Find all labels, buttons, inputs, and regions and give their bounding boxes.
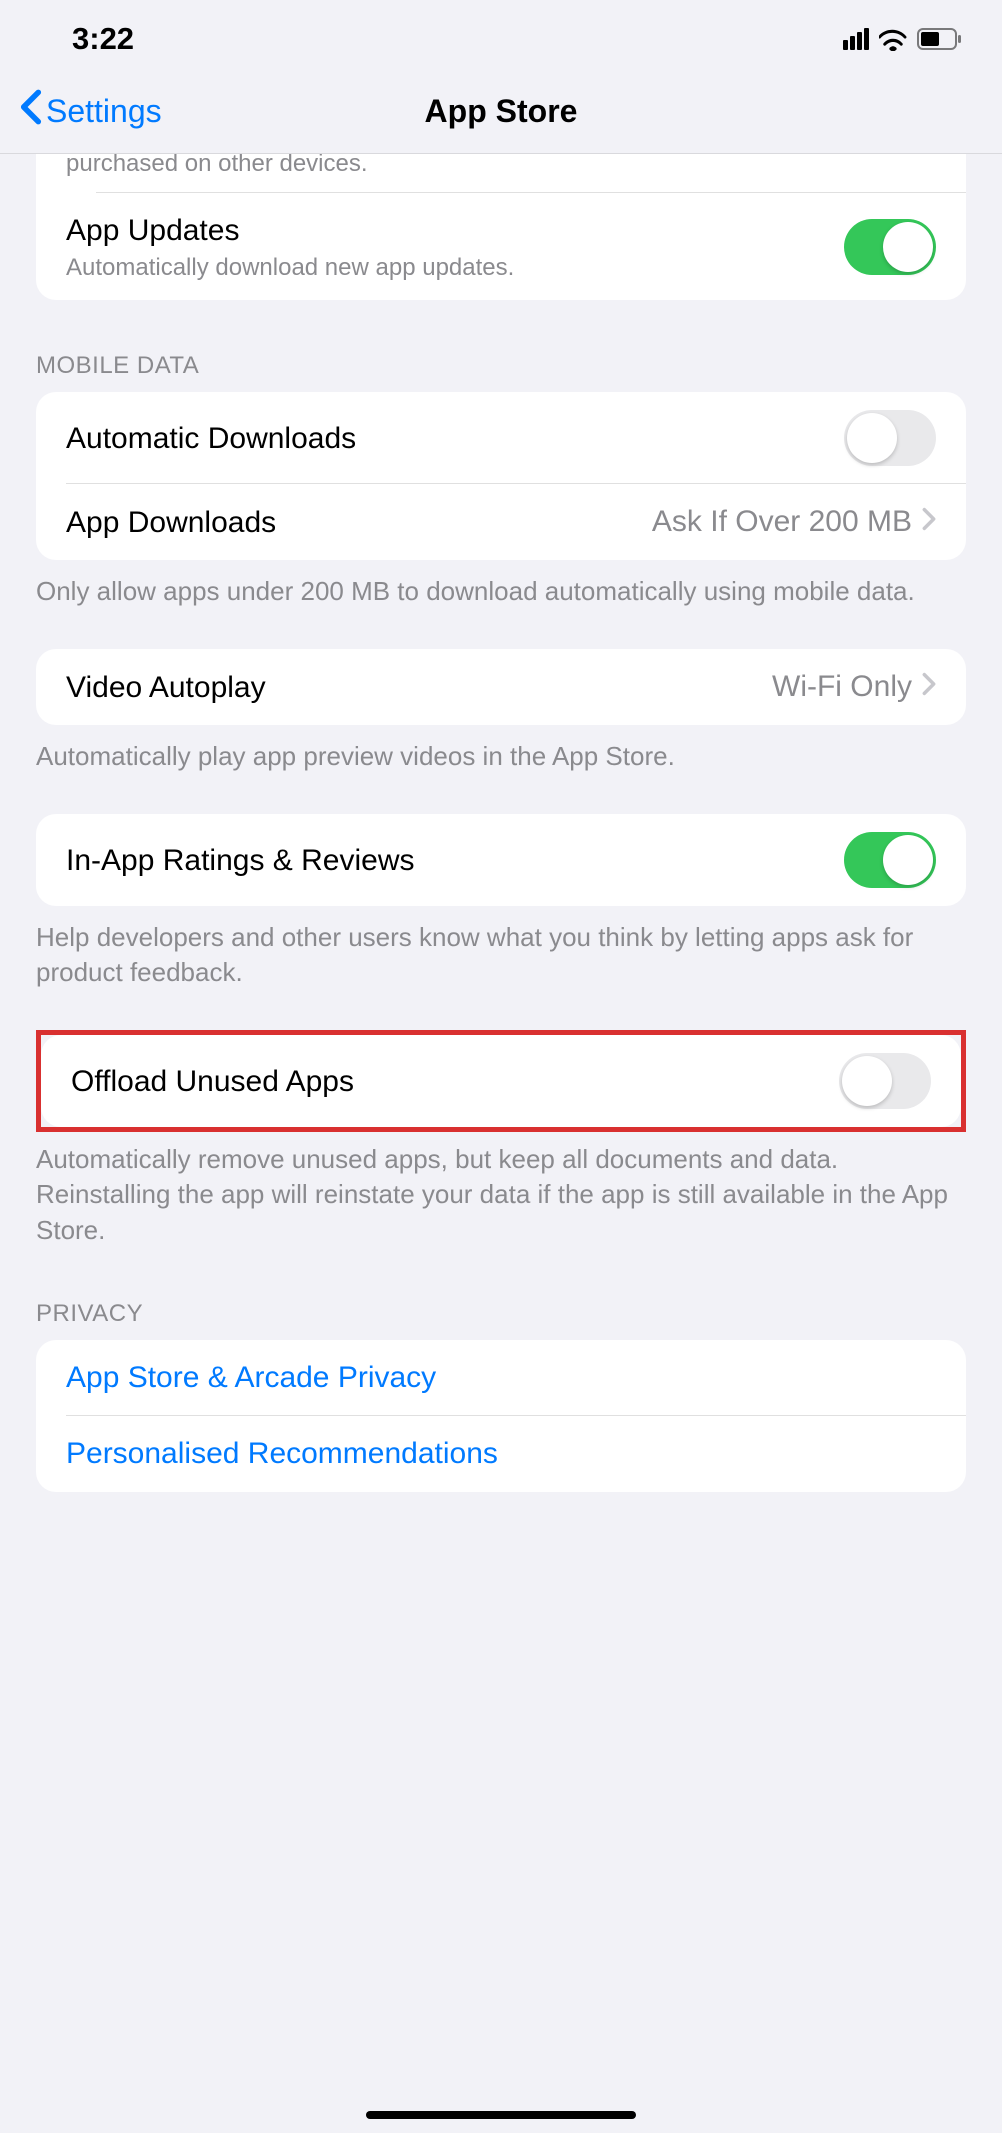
automatic-downloads-group-partial: purchased on other devices. App Updates … xyxy=(36,154,966,300)
cellular-signal-icon xyxy=(843,28,869,50)
chevron-left-icon xyxy=(20,88,42,136)
chevron-right-icon xyxy=(922,670,936,704)
video-autoplay-row[interactable]: Video Autoplay Wi-Fi Only xyxy=(36,649,966,725)
app-updates-row[interactable]: App Updates Automatically download new a… xyxy=(36,193,966,300)
app-updates-title: App Updates xyxy=(66,211,844,250)
in-app-ratings-title: In-App Ratings & Reviews xyxy=(66,841,844,880)
automatic-downloads-row[interactable]: Automatic Downloads xyxy=(36,392,966,484)
status-icons xyxy=(843,28,962,50)
personalised-recommendations-title: Personalised Recommendations xyxy=(66,1434,936,1473)
in-app-ratings-row[interactable]: In-App Ratings & Reviews xyxy=(36,814,966,906)
status-time: 3:22 xyxy=(72,21,134,57)
home-indicator[interactable] xyxy=(366,2111,636,2119)
app-downloads-row[interactable]: App Downloads Ask If Over 200 MB xyxy=(36,484,966,560)
mobile-data-header: MOBILE DATA xyxy=(0,340,1002,392)
page-title: App Store xyxy=(20,93,982,130)
video-autoplay-title: Video Autoplay xyxy=(66,668,772,707)
automatic-downloads-title: Automatic Downloads xyxy=(66,419,844,458)
chevron-right-icon xyxy=(922,505,936,539)
app-store-arcade-privacy-row[interactable]: App Store & Arcade Privacy xyxy=(36,1340,966,1416)
in-app-ratings-toggle[interactable] xyxy=(844,832,936,888)
back-label: Settings xyxy=(46,93,162,130)
back-button[interactable]: Settings xyxy=(20,88,162,136)
app-updates-toggle[interactable] xyxy=(844,219,936,275)
automatic-downloads-toggle[interactable] xyxy=(844,410,936,466)
app-updates-subtitle: Automatically download new app updates. xyxy=(66,254,844,282)
app-downloads-title: App Downloads xyxy=(66,503,652,542)
app-downloads-value: Ask If Over 200 MB xyxy=(652,505,912,539)
personalised-recommendations-row[interactable]: Personalised Recommendations xyxy=(36,1416,966,1492)
offload-unused-apps-toggle[interactable] xyxy=(839,1053,931,1109)
wifi-icon xyxy=(879,28,907,50)
app-store-arcade-privacy-title: App Store & Arcade Privacy xyxy=(66,1358,936,1397)
privacy-header: PRIVACY xyxy=(0,1288,1002,1340)
in-app-ratings-footer: Help developers and other users know wha… xyxy=(0,906,1002,990)
mobile-data-footer: Only allow apps under 200 MB to download… xyxy=(0,560,1002,609)
nav-bar: Settings App Store xyxy=(0,70,1002,154)
offload-highlight-annotation: Offload Unused Apps xyxy=(36,1030,966,1132)
video-autoplay-footer: Automatically play app preview videos in… xyxy=(0,725,1002,774)
offload-unused-apps-row[interactable]: Offload Unused Apps xyxy=(41,1035,961,1127)
video-autoplay-value: Wi-Fi Only xyxy=(772,670,912,704)
status-bar: 3:22 xyxy=(0,0,1002,70)
battery-icon xyxy=(917,28,962,50)
partial-cut-subtitle: purchased on other devices. xyxy=(36,154,966,192)
offload-footer: Automatically remove unused apps, but ke… xyxy=(0,1132,1002,1247)
offload-unused-apps-title: Offload Unused Apps xyxy=(71,1062,839,1101)
